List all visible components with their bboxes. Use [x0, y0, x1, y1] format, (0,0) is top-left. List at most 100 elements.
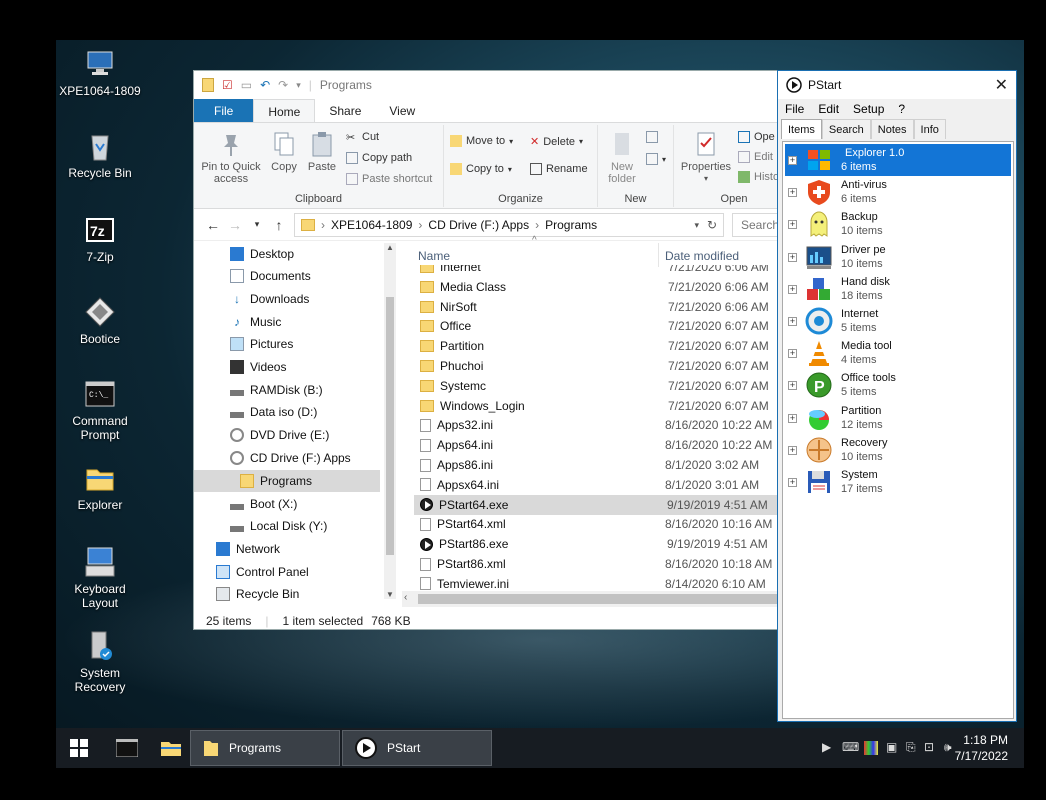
- pstart-group-item[interactable]: + Anti-virus 6 items: [785, 176, 1011, 208]
- desktop-icon-keyboard-layout[interactable]: Keyboard Layout: [56, 546, 144, 610]
- expand-plus-icon[interactable]: +: [788, 478, 797, 487]
- file-row[interactable]: Phuchoi 7/21/2020 6:07 AM: [414, 356, 792, 376]
- pstart-group-item[interactable]: + Driver pe 10 items: [785, 241, 1011, 273]
- file-row[interactable]: Appsx64.ini 8/1/2020 3:01 AM: [414, 475, 792, 495]
- desktop-icon-bootice[interactable]: Bootice: [56, 296, 144, 346]
- pstart-group-item[interactable]: + Internet 5 items: [785, 305, 1011, 337]
- tab-notes[interactable]: Notes: [870, 119, 914, 139]
- nav-item-desktop[interactable]: Desktop: [230, 243, 294, 265]
- tab-view[interactable]: View: [375, 99, 429, 122]
- tab-items[interactable]: Items: [781, 119, 822, 139]
- expand-plus-icon[interactable]: +: [788, 252, 797, 262]
- easy-access-icon[interactable]: ▾: [646, 153, 666, 165]
- file-row[interactable]: Apps64.ini 8/16/2020 10:22 AM: [414, 435, 792, 455]
- nav-item-control-panel[interactable]: Control Panel: [216, 561, 309, 583]
- file-row[interactable]: Partition 7/21/2020 6:07 AM: [414, 336, 792, 356]
- desktop-icon-7zip[interactable]: 7z 7-Zip: [56, 214, 144, 264]
- redo-icon[interactable]: ↷: [278, 78, 288, 92]
- desktop-icon-system-recovery[interactable]: System Recovery: [56, 630, 144, 694]
- copy-button[interactable]: Copy: [266, 131, 302, 173]
- pstart-group-item[interactable]: + Explorer 1.0 6 items: [785, 144, 1011, 176]
- breadcrumb-programs[interactable]: Programs: [545, 218, 597, 232]
- menu-file[interactable]: File: [785, 102, 804, 116]
- taskbar-pstart-window[interactable]: PStart: [342, 730, 492, 766]
- file-row[interactable]: NirSoft 7/21/2020 6:06 AM: [414, 297, 792, 317]
- column-header-name[interactable]: Name: [418, 249, 450, 263]
- history-button[interactable]: Histo: [738, 171, 779, 183]
- desktop-icon-command-prompt[interactable]: C:\_ Command Prompt: [56, 378, 144, 442]
- properties-button[interactable]: Properties ▾: [680, 131, 732, 185]
- column-header-date-modified[interactable]: Date modified: [665, 249, 739, 263]
- nav-item-pictures[interactable]: Pictures: [230, 333, 293, 355]
- network-tray-icon[interactable]: ⊡: [924, 740, 934, 754]
- expand-plus-icon[interactable]: +: [788, 445, 797, 455]
- desktop-icon-this-pc[interactable]: XPE1064-1809: [56, 48, 144, 98]
- taskbar-command-prompt[interactable]: [104, 730, 148, 766]
- start-button[interactable]: [58, 730, 102, 766]
- file-row[interactable]: Apps32.ini 8/16/2020 10:22 AM: [414, 415, 792, 435]
- media-player-tray-icon[interactable]: ▶: [822, 740, 831, 754]
- horizontal-scrollbar[interactable]: ‹: [402, 591, 792, 607]
- breadcrumb-cd-drive[interactable]: CD Drive (F:) Apps: [428, 218, 529, 232]
- file-row[interactable]: Apps86.ini 8/1/2020 3:02 AM: [414, 455, 792, 475]
- new-folder-button[interactable]: New folder: [604, 131, 640, 185]
- address-dropdown-icon[interactable]: ▾: [694, 220, 699, 231]
- nav-item-data-iso[interactable]: Data iso (D:): [230, 401, 317, 423]
- copy-path-button[interactable]: Copy path: [346, 152, 412, 164]
- horizontal-scrollbar-thumb[interactable]: [418, 594, 792, 604]
- tab-share[interactable]: Share: [315, 99, 375, 122]
- desktop-icon-explorer[interactable]: Explorer: [56, 462, 144, 512]
- nav-scrollbar[interactable]: ▲ ▼: [384, 243, 396, 599]
- color-tray-icon[interactable]: [864, 741, 878, 755]
- file-row[interactable]: Internet 7/21/2020 6:06 AM: [414, 265, 792, 277]
- delete-button[interactable]: ✕ Delete ▾: [530, 135, 583, 149]
- back-arrow-icon[interactable]: ←: [202, 217, 224, 233]
- taskbar-programs-window[interactable]: Programs: [190, 730, 340, 766]
- keyboard-tray-icon[interactable]: ⌨: [842, 740, 859, 754]
- pstart-group-item[interactable]: + P Office tools 5 items: [785, 369, 1011, 401]
- move-to-button[interactable]: Move to ▾: [450, 135, 513, 147]
- nav-item-downloads[interactable]: ↓ Downloads: [230, 288, 309, 310]
- expand-plus-icon[interactable]: +: [788, 413, 797, 423]
- tab-search[interactable]: Search: [821, 119, 871, 139]
- nav-item-boot[interactable]: Boot (X:): [230, 493, 297, 515]
- close-icon[interactable]: ✕: [995, 75, 1008, 95]
- nav-item-videos[interactable]: Videos: [230, 356, 286, 378]
- cut-button[interactable]: ✂ Cut: [346, 131, 379, 144]
- expand-plus-icon[interactable]: +: [788, 381, 797, 391]
- up-arrow-icon[interactable]: ↑: [268, 217, 290, 233]
- expand-plus-icon[interactable]: +: [788, 284, 797, 294]
- undo-icon[interactable]: ↶: [260, 78, 270, 92]
- expand-plus-icon[interactable]: +: [788, 220, 797, 230]
- taskbar-explorer[interactable]: [148, 730, 192, 766]
- nav-item-cd-drive[interactable]: CD Drive (F:) Apps: [230, 447, 351, 469]
- taskbar-clock[interactable]: 1:18 PM 7/17/2022: [955, 732, 1008, 764]
- properties-check-icon[interactable]: ☑: [222, 78, 233, 92]
- usb-tray-icon[interactable]: ⎘: [906, 740, 916, 755]
- pstart-group-item[interactable]: + Hand disk 18 items: [785, 273, 1011, 305]
- breadcrumb-this-pc[interactable]: XPE1064-1809: [331, 218, 412, 232]
- paste-shortcut-button[interactable]: Paste shortcut: [346, 173, 432, 185]
- file-row[interactable]: Media Class 7/21/2020 6:06 AM: [414, 277, 792, 297]
- file-row[interactable]: Windows_Login 7/21/2020 6:07 AM: [414, 396, 792, 416]
- file-row[interactable]: Systemc 7/21/2020 6:07 AM: [414, 376, 792, 396]
- nav-item-network[interactable]: Network: [216, 538, 280, 560]
- recent-locations-chevron-icon[interactable]: ▾: [246, 219, 268, 230]
- pstart-group-item[interactable]: + Partition 12 items: [785, 402, 1011, 434]
- pstart-group-item[interactable]: + Recovery 10 items: [785, 434, 1011, 466]
- open-button[interactable]: Ope: [738, 131, 775, 143]
- new-folder-icon[interactable]: ▭: [241, 78, 252, 92]
- expand-plus-icon[interactable]: +: [788, 156, 797, 165]
- nav-item-recycle-bin[interactable]: Recycle Bin: [216, 583, 299, 605]
- new-item-icon[interactable]: [646, 131, 658, 143]
- tab-file[interactable]: File: [194, 99, 254, 122]
- nav-item-documents[interactable]: Documents: [230, 265, 311, 287]
- edit-button[interactable]: Edit: [738, 151, 773, 163]
- rename-button[interactable]: Rename: [530, 163, 588, 175]
- address-bar[interactable]: › XPE1064-1809 › CD Drive (F:) Apps › Pr…: [294, 213, 724, 237]
- file-row[interactable]: PStart86.exe 9/19/2019 4:51 AM: [414, 534, 792, 554]
- nav-scrollbar-thumb[interactable]: [386, 297, 394, 555]
- file-row[interactable]: PStart64.xml 8/16/2020 10:16 AM: [414, 514, 792, 534]
- file-row[interactable]: Office 7/21/2020 6:07 AM: [414, 316, 792, 336]
- desktop-icon-recycle-bin[interactable]: Recycle Bin: [56, 130, 144, 180]
